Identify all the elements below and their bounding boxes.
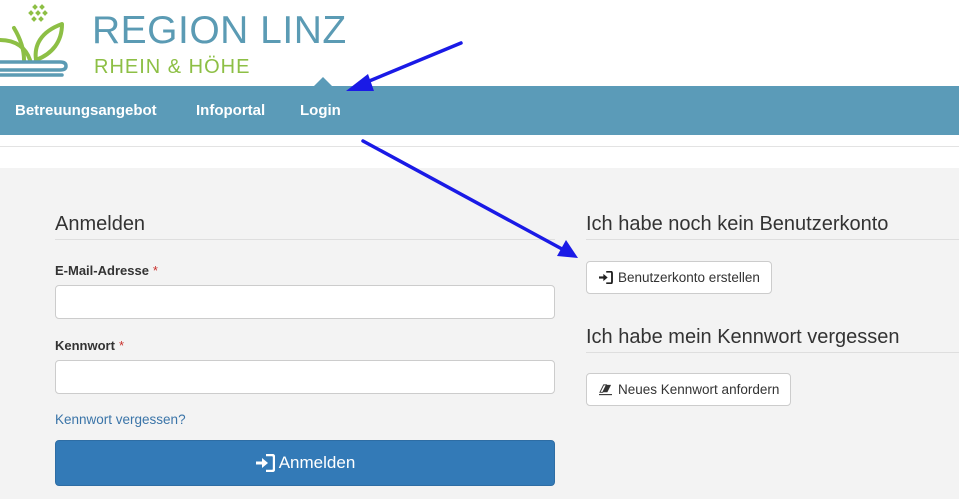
logo-subtitle[interactable]: RHEIN & HÖHE — [94, 55, 250, 79]
email-label: E-Mail-Adresse * — [55, 263, 158, 278]
nav-item-betreuungsangebot[interactable]: Betreuungsangebot — [15, 86, 157, 135]
nav-item-infoportal[interactable]: Infoportal — [196, 86, 265, 135]
password-label: Kennwort * — [55, 338, 124, 353]
site-header: REGION LINZ RHEIN & HÖHE — [0, 0, 959, 86]
reset-heading-divider — [586, 352, 959, 353]
request-password-button[interactable]: Neues Kennwort anfordern — [586, 373, 792, 406]
email-field[interactable] — [55, 285, 555, 319]
forgot-password-link[interactable]: Kennwort vergessen? — [55, 412, 186, 427]
main-nav: Betreuungsangebot Infoportal Login — [0, 77, 959, 135]
create-account-label: Benutzerkonto erstellen — [618, 270, 760, 285]
login-heading-divider — [55, 239, 555, 240]
active-nav-caret — [314, 77, 332, 86]
login-submit-label: Anmelden — [278, 453, 356, 472]
logo-plant-icon[interactable] — [0, 2, 68, 78]
reset-heading: Ich habe mein Kennwort vergessen — [586, 326, 900, 348]
nav-separator — [0, 135, 959, 147]
eraser-icon — [598, 383, 613, 396]
password-field[interactable] — [55, 360, 555, 394]
register-heading: Ich habe noch kein Benutzerkonto — [586, 213, 889, 235]
login-submit-button[interactable]: Anmelden — [55, 440, 555, 486]
sign-in-icon — [255, 453, 275, 473]
email-label-text: E-Mail-Adresse — [55, 263, 149, 278]
password-required-mark: * — [118, 338, 125, 353]
request-password-label: Neues Kennwort anfordern — [618, 382, 780, 397]
logo-title[interactable]: REGION LINZ — [92, 8, 347, 54]
email-required-mark: * — [152, 263, 158, 278]
password-label-text: Kennwort — [55, 338, 115, 353]
login-content-area: Anmelden E-Mail-Adresse * Kennwort * Kennw… — [0, 168, 959, 499]
login-heading: Anmelden — [55, 213, 146, 235]
sign-in-icon — [598, 270, 613, 285]
nav-item-login[interactable]: Login — [300, 86, 341, 135]
register-heading-divider — [586, 239, 959, 240]
create-account-button[interactable]: Benutzerkonto erstellen — [586, 261, 772, 294]
